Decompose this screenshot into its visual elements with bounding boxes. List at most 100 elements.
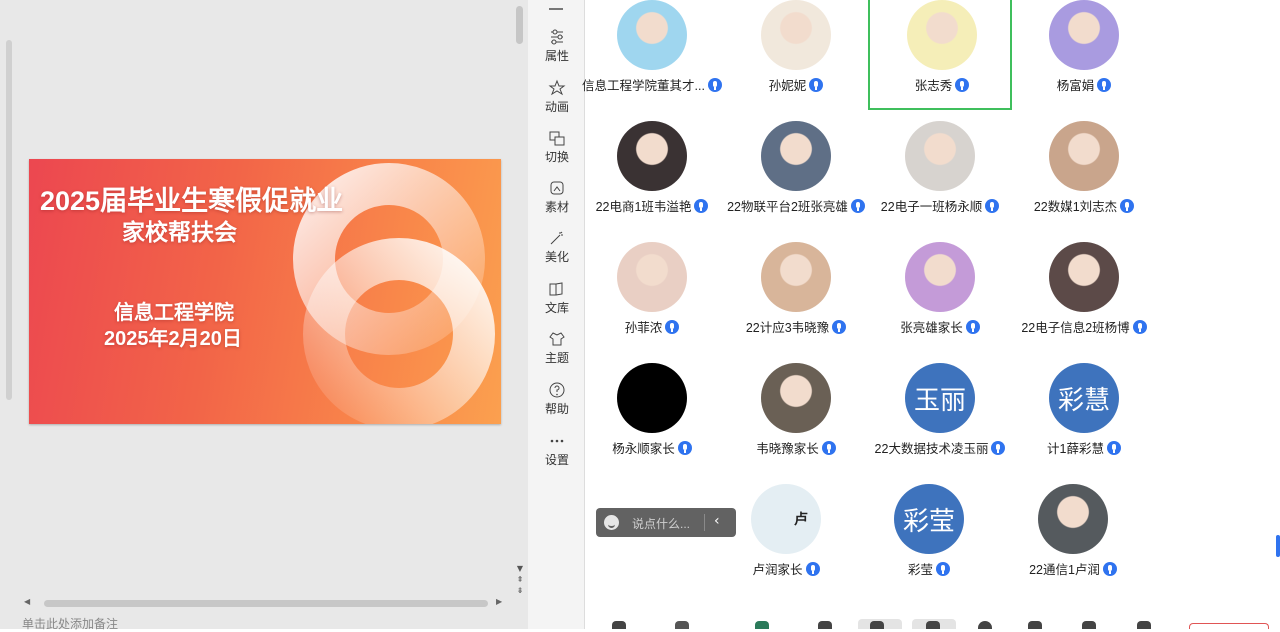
chat-input-bar[interactable]: 说点什么... ‹ [596, 508, 736, 537]
toolbar-item-transition[interactable]: 切换 [530, 129, 584, 165]
microphone-icon [1097, 77, 1112, 92]
participant-name-text: 张志秀 [914, 79, 953, 93]
horizontal-scrollbar[interactable]: ◀ ▶ [20, 597, 520, 609]
toolbar-item-more[interactable]: 设置 [530, 432, 584, 468]
participant-name: 孙妮妮 [724, 75, 868, 94]
participant-tile[interactable]: 22物联平台2班张亮雄 [724, 121, 868, 229]
scroll-left-icon[interactable]: ◀ [24, 597, 30, 606]
mic-control-icon[interactable] [612, 621, 626, 629]
slide-subtitle-line2: 2025年2月20日 [104, 328, 242, 350]
toolbar-item-library[interactable]: 文库 [530, 280, 584, 316]
toolbar-item-label: 切换 [544, 150, 569, 164]
microphone-icon [677, 440, 692, 455]
layout-icon[interactable] [926, 621, 940, 629]
microphone-icon [1120, 198, 1135, 213]
participant-tile[interactable]: 孙妮妮 [724, 0, 868, 108]
participant-tile[interactable]: 孙菲浓 [580, 242, 724, 350]
end-meeting-button[interactable] [1189, 623, 1269, 629]
participant-name-text: 22大数据技术凌玉丽 [874, 442, 989, 456]
participant-tile[interactable]: 22电子信息2班杨博 [1012, 242, 1156, 350]
participant-name-text: 卢润家长 [752, 563, 803, 577]
chat-placeholder[interactable]: 说点什么... [632, 515, 690, 532]
participant-tile[interactable]: 卢卢润家长 [714, 484, 858, 592]
participant-tile[interactable]: 张亮雄家长 [868, 242, 1012, 350]
scroll-right-icon[interactable]: ▶ [496, 597, 502, 606]
toolbar-item-material[interactable]: 素材 [530, 179, 584, 215]
participant-name: 孙菲浓 [580, 317, 724, 336]
members-icon[interactable] [870, 621, 884, 629]
avatar [761, 121, 831, 191]
help-icon [549, 382, 565, 398]
participant-tile[interactable]: 22计应3韦晓豫 [724, 242, 868, 350]
slide-preview[interactable]: 2025届毕业生寒假促就业 家校帮扶会 信息工程学院 2025年2月20日 [29, 159, 501, 424]
toolbar-item-properties[interactable]: 属性 [530, 28, 584, 64]
participant-name-text: 22电子一班杨永顺 [880, 200, 983, 214]
participant-name-text: 22通信1卢润 [1029, 563, 1100, 577]
participant-name-text: 计1薛彩慧 [1047, 442, 1104, 456]
microphone-icon [809, 77, 824, 92]
side-handle[interactable] [1276, 535, 1280, 557]
participant-tile[interactable]: 22电子一班杨永顺 [868, 121, 1012, 229]
page-nav-buttons[interactable]: ▼ ⇞ ⇟ [514, 563, 526, 596]
scrollbar-thumb[interactable] [44, 600, 488, 607]
share-control-icon[interactable] [755, 621, 769, 629]
library-icon [549, 282, 563, 296]
toolbar-item-help[interactable]: 帮助 [530, 381, 584, 417]
more-control-icon[interactable] [1137, 621, 1151, 629]
participant-name: 22大数据技术凌玉丽 [868, 438, 1012, 457]
magic-wand-icon [550, 231, 563, 245]
slide-vertical-scrollbar[interactable] [516, 6, 523, 44]
participant-name: 22通信1卢润 [1001, 559, 1145, 578]
camera-control-icon[interactable] [675, 621, 689, 629]
material-icon [550, 181, 564, 195]
more-icon [550, 439, 564, 443]
participant-tile[interactable]: 22通信1卢润 [1001, 484, 1145, 592]
avatar [905, 242, 975, 312]
toolbar-item-star[interactable]: 动画 [530, 79, 584, 115]
toolbar-item-magic-wand[interactable]: 美化 [530, 229, 584, 265]
collapse-icon[interactable] [549, 8, 563, 10]
record-control-icon[interactable] [818, 621, 832, 629]
toolbar-item-theme[interactable]: 主题 [530, 330, 584, 366]
avatar [1049, 242, 1119, 312]
emoji-icon[interactable] [604, 515, 619, 530]
participant-name-text: 信息工程学院董其才... [582, 79, 705, 93]
participant-name: 杨永顺家长 [580, 438, 724, 457]
avatar [1038, 484, 1108, 554]
participant-tile[interactable]: 22电商1班韦溢艳 [580, 121, 724, 229]
participant-tile[interactable]: 信息工程学院董其才... [580, 0, 724, 108]
avatar: 彩莹 [894, 484, 964, 554]
participant-name: 张亮雄家长 [868, 317, 1012, 336]
participant-name: 卢润家长 [714, 559, 858, 578]
avatar [761, 242, 831, 312]
bottom-control-bar [585, 618, 1280, 629]
toolbar-item-label: 动画 [544, 100, 569, 114]
participant-tile[interactable]: 彩莹 彩莹 [857, 484, 1001, 592]
grid-control-icon[interactable] [1082, 621, 1096, 629]
toolbar-item-label: 素材 [544, 200, 569, 214]
toolbar-item-label: 属性 [544, 49, 569, 63]
participant-tile[interactable]: 杨富娟 [1012, 0, 1156, 108]
avatar [617, 121, 687, 191]
participant-name: 彩莹 [857, 559, 1001, 578]
microphone-icon [665, 319, 680, 334]
participant-tile[interactable]: 韦晓豫家长 [724, 363, 868, 471]
participant-name: 22电商1班韦溢艳 [580, 196, 724, 215]
participant-tile[interactable]: 彩慧 计1薛彩慧 [1012, 363, 1156, 471]
participant-tile[interactable]: 22数媒1刘志杰 [1012, 121, 1156, 229]
participant-name-text: 22计应3韦晓豫 [745, 321, 830, 335]
participant-tile[interactable]: 张志秀 [868, 0, 1012, 110]
participant-tile[interactable]: 杨永顺家长 [580, 363, 724, 471]
slide-editor-panel: 2025届毕业生寒假促就业 家校帮扶会 信息工程学院 2025年2月20日 ◀ … [0, 0, 530, 632]
star-icon [548, 79, 566, 96]
slide-subtitle-line1: 信息工程学院 [114, 302, 234, 324]
apps-control-icon[interactable] [1028, 621, 1042, 629]
participant-tile[interactable]: 玉丽 22大数据技术凌玉丽 [868, 363, 1012, 471]
microphone-icon [965, 319, 980, 334]
settings-control-icon[interactable] [978, 621, 992, 629]
left-scrollbar[interactable] [6, 40, 12, 400]
chevron-left-icon[interactable]: ‹ [714, 513, 720, 529]
notes-placeholder[interactable]: 单击此处添加备注 [22, 615, 118, 632]
participant-name-text: 孙妮妮 [768, 79, 807, 93]
avatar [617, 0, 687, 70]
